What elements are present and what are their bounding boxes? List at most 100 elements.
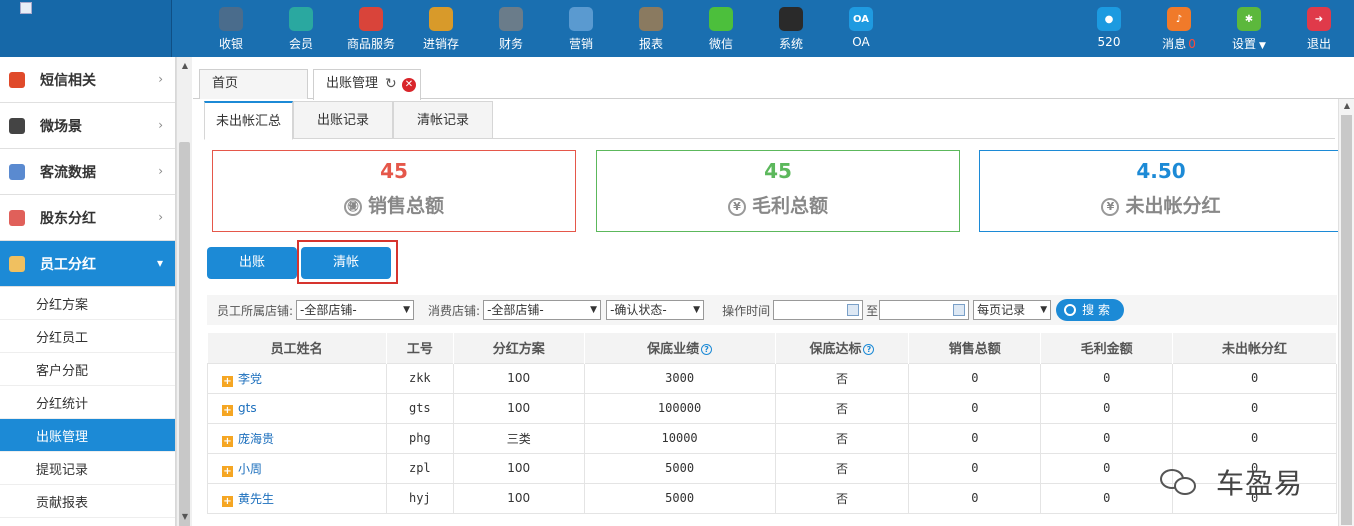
chevron-right-icon: ›	[158, 164, 163, 178]
sidebar-subitem[interactable]: 客户分配	[0, 353, 175, 386]
scroll-up-icon[interactable]: ▲	[177, 59, 193, 73]
user-menu[interactable]: ● 520	[1074, 0, 1144, 57]
nav-item-marketing[interactable]: 营销	[546, 0, 616, 57]
dropdown-arrow-icon: ▼	[403, 305, 411, 315]
nav-item-wechat[interactable]: 微信	[686, 0, 756, 57]
table-cell: 100	[452, 362, 585, 394]
sidebar-scrollbar[interactable]: ▲ ▼	[176, 57, 192, 526]
header-row: 员工姓名 工号 分红方案 保底业绩? 保底达标? 销售总额 毛利金额 未出帐分红	[207, 333, 1337, 363]
settings-button[interactable]: ✱ 设置 ▼	[1214, 0, 1284, 57]
subtab-checkout-records[interactable]: 出账记录	[293, 101, 393, 139]
sidebar-subitem[interactable]: 提现记录	[0, 452, 175, 485]
checkout-button[interactable]: 出账	[207, 247, 297, 279]
sales-currency-icon: ㊝	[343, 198, 362, 216]
tab-checkout-management[interactable]: 出账管理 ↻ ✕	[313, 69, 421, 100]
employee-name-cell: + 黄先生	[207, 482, 387, 514]
table-cell: 100	[452, 392, 585, 424]
nav-right: ● 520 ♪ 消息 0 ✱ 设置 ▼ ➜ 退出	[1074, 0, 1354, 57]
messages-button[interactable]: ♪ 消息 0	[1144, 0, 1214, 57]
unsettled-bonus-caption: 未出帐分红	[1125, 195, 1221, 217]
settings-label: 设置	[1232, 37, 1257, 51]
expand-plus-icon[interactable]: +	[222, 404, 233, 416]
wechat-icon	[709, 7, 733, 31]
subtab-unsettled-summary[interactable]: 未出帐汇总	[204, 101, 293, 140]
search-button[interactable]: 搜 索	[1056, 299, 1124, 321]
nav-item-oa[interactable]: OA OA	[826, 0, 896, 57]
refresh-icon[interactable]: ↻	[385, 70, 397, 98]
table-cell: hyj	[385, 482, 454, 514]
expand-plus-icon[interactable]: +	[222, 375, 233, 387]
sidebar-scroll-thumb[interactable]	[179, 142, 190, 526]
nav-item-member[interactable]: 会员	[266, 0, 336, 57]
logout-button[interactable]: ➜ 退出	[1284, 0, 1354, 57]
table-cell: 0	[1172, 422, 1337, 454]
sidebar-group-active[interactable]: 员工分红 ▾	[0, 241, 175, 287]
nav-label: 进销存	[422, 37, 459, 51]
oa-icon: OA	[849, 7, 873, 31]
app-root: 收银会员 商品服务进销存 财务营销 报表 微信 系统 OA OA ● 520 ♪ 消息 0 ✱ …	[0, 0, 1354, 526]
sidebar-group-label: 客流数据	[40, 164, 96, 181]
nav-item-cash-register[interactable]: 收银	[196, 0, 266, 57]
table-cell: 5000	[583, 482, 776, 514]
help-icon[interactable]: ?	[863, 344, 875, 356]
employee-name-link[interactable]: gts	[238, 401, 257, 415]
sub-tabs: 未出帐汇总 出账记录 清帐记录	[204, 101, 1335, 140]
sidebar-group-3[interactable]: 股东分红 ›	[0, 195, 175, 241]
expand-plus-icon[interactable]: +	[222, 495, 233, 507]
nav-label: 会员	[288, 37, 313, 51]
clear-account-button[interactable]: 清帐	[301, 247, 391, 279]
consume-store-select[interactable]: -全部店铺- ▼	[483, 300, 602, 320]
sidebar-subitem[interactable]: 贡献报表	[0, 485, 175, 518]
employee-name-link[interactable]: 小周	[238, 462, 262, 476]
table-cell: 0	[908, 452, 1042, 484]
sidebar-subitem[interactable]: 出账管理	[0, 419, 175, 452]
table-cell: 否	[774, 452, 910, 484]
sidebar-subitem[interactable]: 分红方案	[0, 287, 175, 320]
start-date-input[interactable]	[773, 300, 864, 320]
calendar-icon[interactable]	[953, 304, 966, 316]
table-cell: 否	[774, 482, 910, 514]
watermark: 车盈易	[1160, 460, 1350, 504]
nav-item-system[interactable]: 系统	[756, 0, 826, 57]
table-cell: 0	[1172, 362, 1337, 394]
sidebar-subitem[interactable]: 分红员工	[0, 320, 175, 353]
employee-name-link[interactable]: 黄先生	[238, 492, 274, 506]
scroll-up-icon[interactable]: ▲	[1339, 101, 1354, 110]
help-icon[interactable]: ?	[701, 344, 713, 356]
sidebar-group-label: 股东分红	[40, 210, 96, 227]
sidebar-group-0[interactable]: 短信相关 ›	[0, 57, 175, 103]
employee-name-cell: + 庞海贵	[207, 422, 387, 454]
member-icon	[289, 7, 313, 31]
employee-name-cell: + 李党	[207, 362, 387, 394]
staff-icon	[9, 256, 25, 272]
nav-item-inventory[interactable]: 进销存	[406, 0, 476, 57]
sidebar-group-2[interactable]: 客流数据 ›	[0, 149, 175, 195]
table-cell: 100	[452, 452, 585, 484]
nav-item-product-service[interactable]: 商品服务	[336, 0, 406, 57]
table-cell: 0	[908, 422, 1042, 454]
shareholder-icon	[9, 210, 25, 226]
status-select[interactable]: -确认状态- ▼	[606, 300, 705, 320]
close-icon[interactable]: ✕	[402, 78, 416, 92]
subtab-clear-records[interactable]: 清帐记录	[393, 101, 493, 139]
nav-item-report[interactable]: 报表	[616, 0, 686, 57]
user-label: 520	[1097, 35, 1121, 49]
sidebar-group-1[interactable]: 微场景 ›	[0, 103, 175, 149]
nav-item-finance[interactable]: 财务	[476, 0, 546, 57]
expand-plus-icon[interactable]: +	[222, 465, 233, 477]
expand-plus-icon[interactable]: +	[222, 435, 233, 447]
end-date-input[interactable]	[879, 300, 970, 320]
calendar-icon[interactable]	[847, 304, 860, 316]
scroll-down-icon[interactable]: ▼	[177, 510, 193, 524]
sidebar-subitem[interactable]: 分红统计	[0, 386, 175, 419]
store-select[interactable]: -全部店铺- ▼	[296, 300, 415, 320]
nav-label: 营销	[568, 37, 593, 51]
wechat-watermark-icon	[1160, 467, 1204, 497]
per-page-select[interactable]: 每页记录 ▼	[973, 300, 1052, 320]
product-service-icon	[359, 7, 383, 31]
employee-name-link[interactable]: 庞海贵	[238, 432, 274, 446]
table-cell: 否	[774, 392, 910, 424]
employee-name-link[interactable]: 李党	[238, 372, 262, 386]
table-cell: 0	[1172, 392, 1337, 424]
tab-home[interactable]: 首页	[199, 69, 308, 99]
